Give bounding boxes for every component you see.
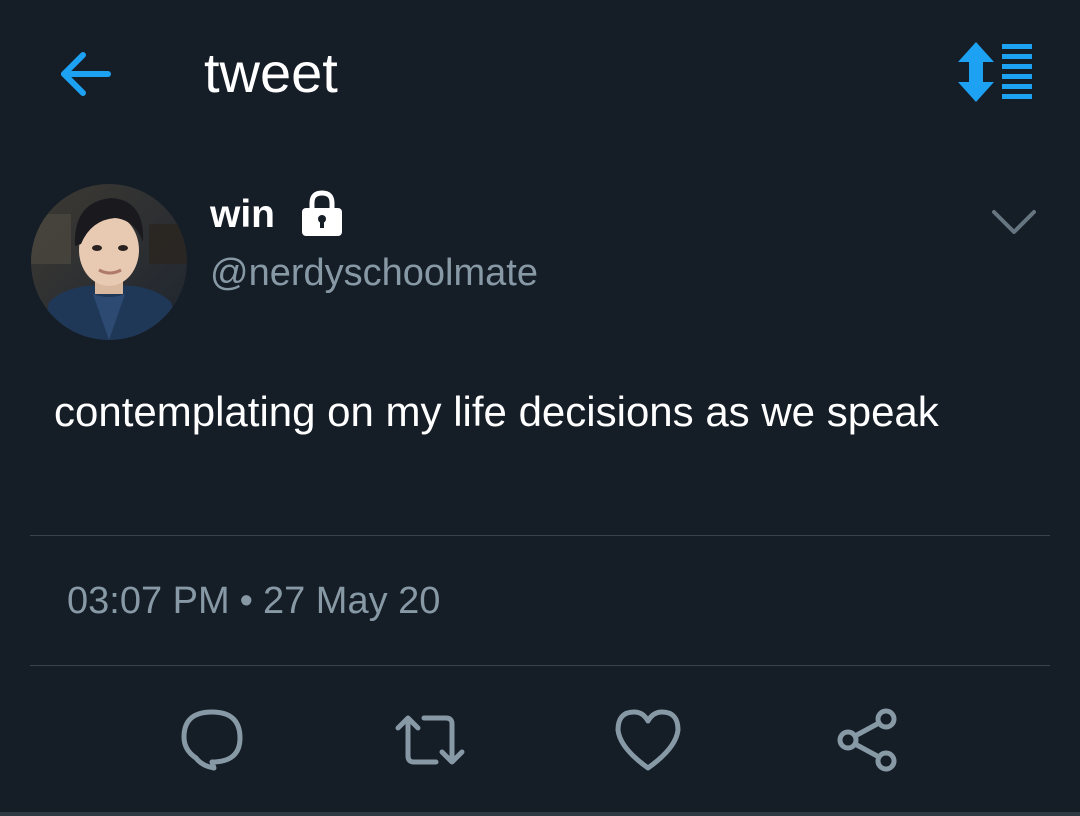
- tweet-time: 03:07 PM: [67, 580, 230, 622]
- timestamp-separator: •: [239, 580, 253, 622]
- tweet-text: contemplating on my life decisions as we…: [54, 388, 939, 435]
- retweet-icon: [395, 715, 465, 765]
- heart-icon: [615, 709, 681, 771]
- user-handle[interactable]: @nerdyschoolmate: [210, 248, 538, 298]
- bottom-edge: [0, 812, 1080, 816]
- tweet-menu-button[interactable]: [984, 202, 1044, 242]
- profile-photo: [31, 184, 187, 340]
- share-button[interactable]: [832, 704, 904, 776]
- tweet-detail-screen: tweet win @nerdyschoolmate contemplating…: [0, 0, 1080, 816]
- divider: [30, 535, 1050, 536]
- sort-arrows-list-icon: [958, 42, 1032, 102]
- tweet-timestamp: 03:07 PM • 27 May 20: [67, 574, 440, 628]
- display-name[interactable]: win: [210, 190, 275, 240]
- reply-bubble-icon: [181, 709, 243, 771]
- avatar[interactable]: [31, 184, 187, 340]
- arrow-left-icon: [61, 52, 111, 96]
- lock-icon: [298, 190, 346, 238]
- top-bar: tweet: [0, 0, 1080, 150]
- reply-button[interactable]: [176, 704, 248, 776]
- page-title: tweet: [204, 41, 338, 104]
- timeline-sort-button[interactable]: [954, 40, 1036, 104]
- back-button[interactable]: [52, 46, 118, 102]
- divider: [30, 665, 1050, 666]
- like-button[interactable]: [612, 704, 684, 776]
- tweet-date: 27 May 20: [262, 580, 441, 622]
- chevron-down-icon: [992, 210, 1036, 234]
- retweet-button[interactable]: [394, 704, 466, 776]
- share-icon: [837, 708, 897, 772]
